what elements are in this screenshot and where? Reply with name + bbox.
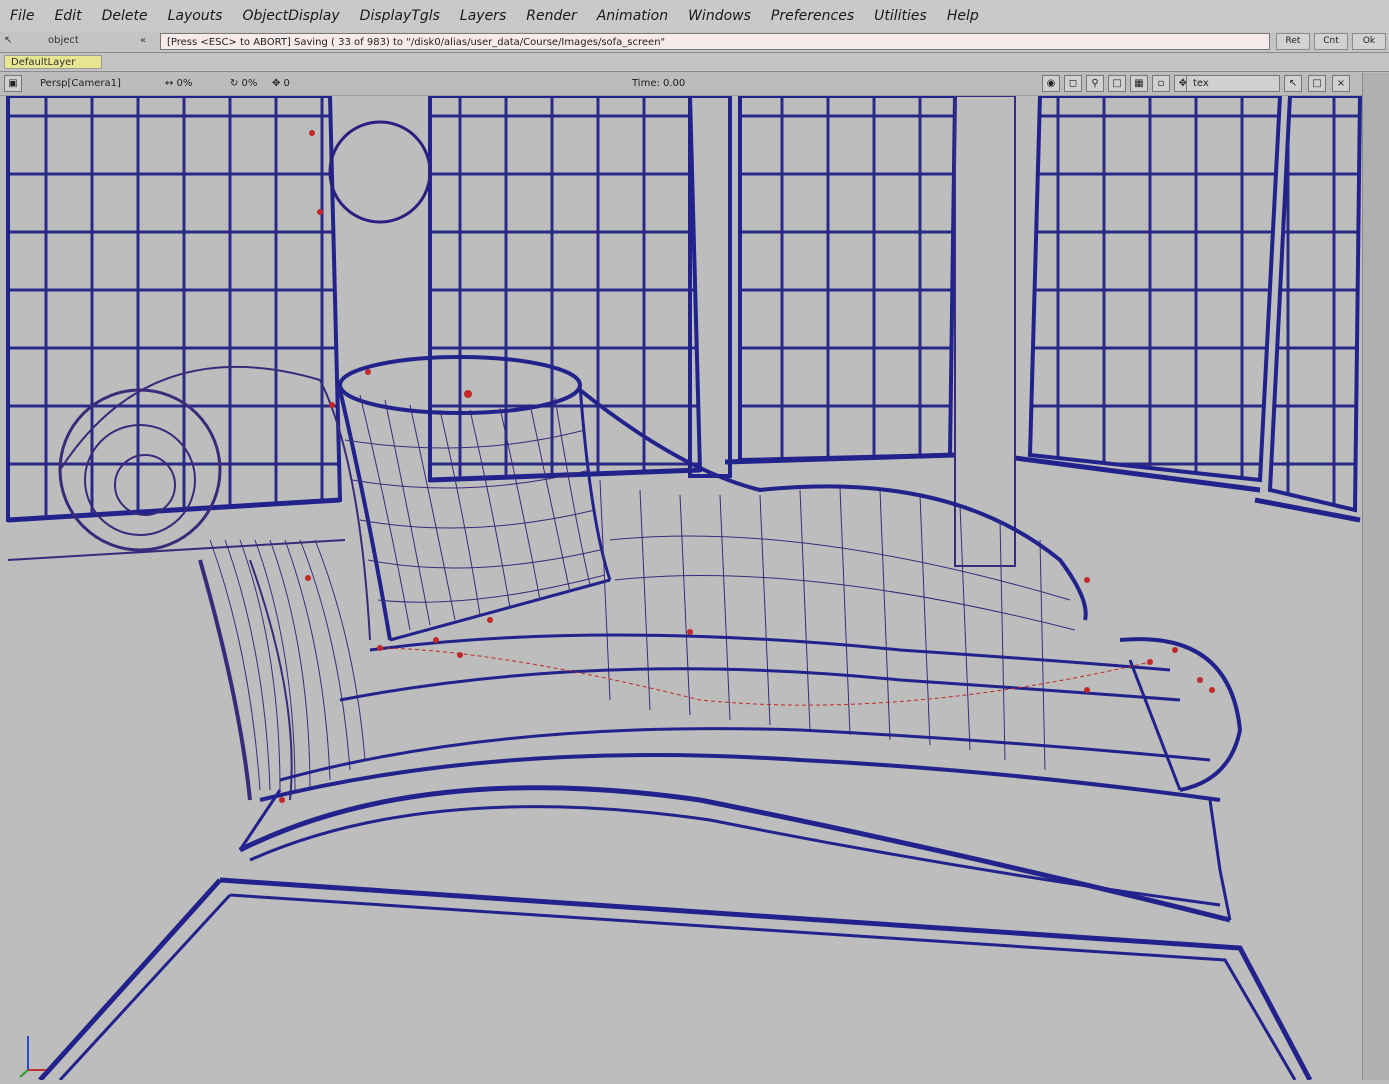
default-layer-tab[interactable]: DefaultLayer [4, 55, 102, 69]
menu-objectdisplay[interactable]: ObjectDisplay [232, 0, 349, 32]
perspective-viewport[interactable] [0, 94, 1363, 1082]
window-frame-left [6, 94, 346, 561]
time-readout: Time: 0.00 [632, 78, 686, 89]
menu-delete[interactable]: Delete [92, 0, 158, 32]
axis-indicator [19, 1036, 46, 1078]
close-icon[interactable]: × [1332, 75, 1350, 92]
window-menu-icon[interactable]: ▣ [4, 75, 22, 92]
window-frame-center-right [724, 94, 1016, 567]
zoom-icon[interactable]: ◻ [1064, 75, 1082, 92]
display-mode-select[interactable]: tex [1186, 75, 1280, 92]
arrow-icon[interactable]: ↖ [4, 35, 12, 46]
menu-preferences[interactable]: Preferences [761, 0, 864, 32]
cnt-button[interactable]: Cnt [1314, 33, 1348, 50]
camera-icon[interactable]: ◉ [1042, 75, 1060, 92]
tumble-readout: ↻ 0% [230, 78, 258, 89]
menu-edit[interactable]: Edit [44, 0, 91, 32]
menu-layers[interactable]: Layers [450, 0, 516, 32]
menu-displaytgls[interactable]: DisplayTgls [350, 0, 450, 32]
magnify-icon[interactable]: ⚲ [1086, 75, 1104, 92]
menu-layouts[interactable]: Layouts [158, 0, 233, 32]
track-readout: ✥ 0 [272, 78, 290, 89]
history-chevron-icon[interactable]: « [140, 35, 146, 46]
layer-bar: DefaultLayer [0, 53, 1389, 72]
menu-help[interactable]: Help [937, 0, 989, 32]
wireframe-scene [6, 94, 1363, 1082]
ret-button[interactable]: Ret [1276, 33, 1310, 50]
grid-icon[interactable]: ▦ [1130, 75, 1148, 92]
menu-render[interactable]: Render [516, 0, 586, 32]
object-label: object [48, 35, 79, 46]
viewport-header: ▣ Persp[Camera1] ↔ 0% ↻ 0% ✥ 0 Time: 0.0… [0, 73, 1362, 96]
arrow-icon[interactable]: ↖ [1284, 75, 1302, 92]
menu-bar: File Edit Delete Layouts ObjectDisplay Displa… [0, 0, 1389, 33]
wall-lamp [328, 120, 432, 224]
maximize-icon[interactable]: □ [1308, 75, 1326, 92]
window-frame-center [428, 94, 732, 483]
window-frame-right [1014, 94, 1363, 523]
menu-animation[interactable]: Animation [587, 0, 678, 32]
menu-file[interactable]: File [0, 0, 44, 32]
command-row: ↖ object « [Press <ESC> to ABORT] Saving… [0, 32, 1389, 53]
menu-utilities[interactable]: Utilities [864, 0, 937, 32]
viewport-scroll-strip[interactable] [1362, 73, 1389, 1080]
zoom-readout: ↔ 0% [165, 78, 193, 89]
menu-windows[interactable]: Windows [678, 0, 761, 32]
floor-rug [38, 877, 1313, 1082]
fit-icon[interactable]: ▫ [1152, 75, 1170, 92]
ok-button[interactable]: Ok [1352, 33, 1386, 50]
frame-icon[interactable]: □ [1108, 75, 1126, 92]
prompt-line[interactable]: [Press <ESC> to ABORT] Saving ( 33 of 98… [160, 33, 1270, 50]
camera-name: Persp[Camera1] [40, 78, 121, 89]
